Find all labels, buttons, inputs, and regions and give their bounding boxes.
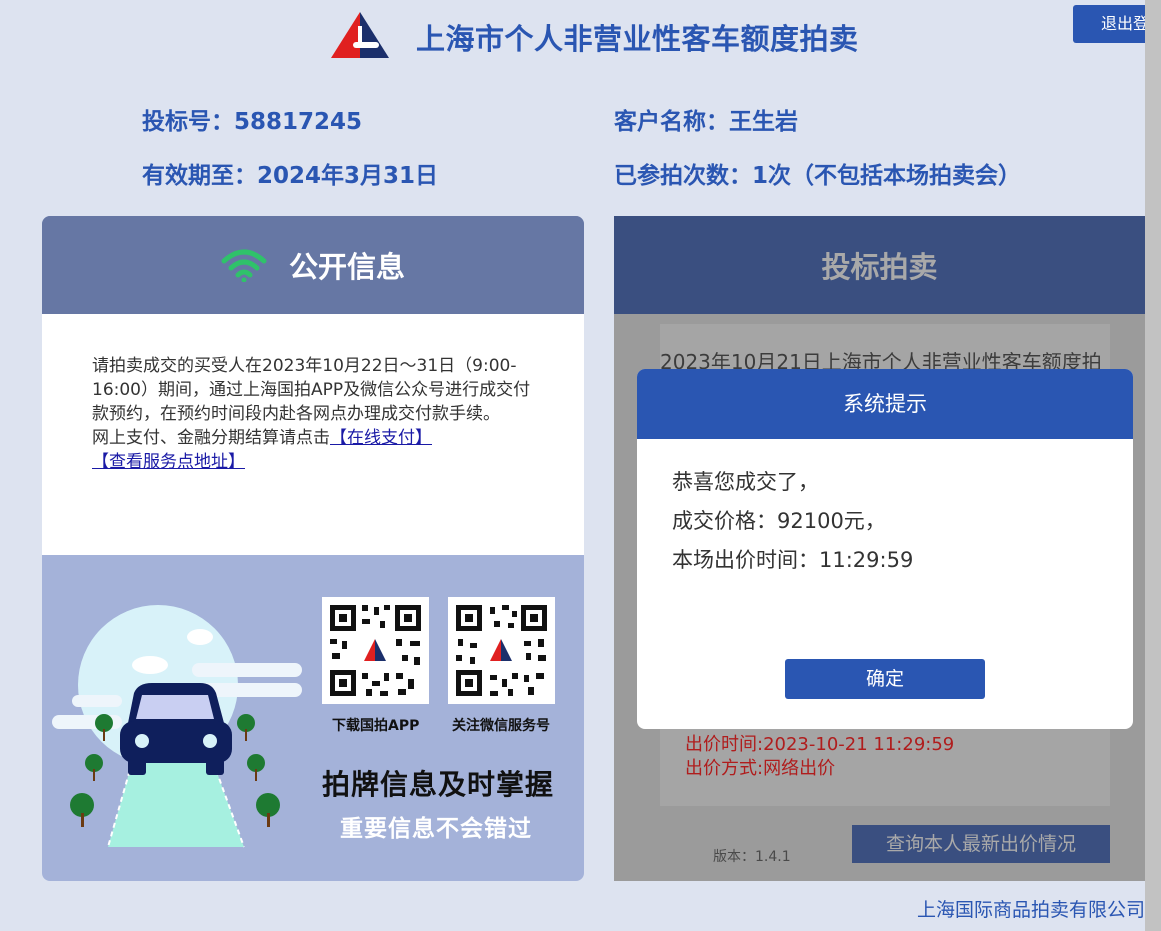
company-footer: 上海国际商品拍卖有限公司 [917, 899, 1146, 921]
car-illustration [52, 605, 302, 848]
bid-time-message: 本场出价时间：11:29:59 [672, 548, 914, 572]
wifi-icon [221, 249, 267, 282]
public-info-title: 公开信息 [288, 250, 405, 284]
public-info-header: 公开信息 [42, 216, 584, 314]
online-pay-link[interactable]: 【在线支付】 [330, 428, 432, 448]
app-download-label: 下载国拍APP [332, 718, 420, 734]
page-header: 上海市个人非营业性客车额度拍卖 退出登 [0, 0, 1161, 80]
bidding-header: 投标拍卖 [614, 216, 1145, 314]
deal-price: 成交价格：92100元， [672, 509, 886, 533]
promo-banner: 下载国拍APP 关注微信服务号 拍牌信息及时掌握 重要信息不会错过 [42, 555, 584, 881]
page-title: 上海市个人非营业性客车额度拍卖 [416, 22, 859, 56]
bid-mode: 出价方式:网络出价 [685, 758, 836, 779]
bid-number: 投标号：58817245 [142, 109, 363, 135]
vertical-scrollbar[interactable] [1145, 0, 1161, 931]
public-info-panel: 公开信息 请拍卖成交的买受人在2023年10月22日～31日（9:00-16:0… [42, 216, 584, 881]
payment-notice: 请拍卖成交的买受人在2023年10月22日～31日（9:00-16:00）期间，… [42, 314, 584, 555]
success-message: 恭喜您成交了， [672, 470, 819, 494]
participation-count: 已参拍次数：1次（不包括本场拍卖会） [614, 163, 1022, 189]
auction-logo-icon [331, 12, 389, 58]
query-latest-bid-button[interactable]: 查询本人最新出价情况 [852, 825, 1110, 863]
slogan-sub: 重要信息不会错过 [340, 816, 532, 842]
service-point-link[interactable]: 【查看服务点地址】 [92, 452, 245, 472]
wechat-follow-label: 关注微信服务号 [452, 718, 550, 734]
bidding-title: 投标拍卖 [821, 250, 938, 284]
notice-text: 请拍卖成交的买受人在2023年10月22日～31日（9:00-16:00）期间，… [92, 356, 531, 424]
payment-prompt: 网上支付、金融分期结算请点击 [92, 428, 330, 448]
system-alert-dialog: 系统提示 恭喜您成交了， 成交价格：92100元， 本场出价时间：11:29:5… [637, 369, 1133, 729]
confirm-button[interactable]: 确定 [785, 659, 985, 699]
slogan-main: 拍牌信息及时掌握 [322, 768, 555, 801]
bid-time: 出价时间:2023-10-21 11:29:59 [685, 734, 955, 755]
version-label: 版本：1.4.1 [713, 849, 791, 865]
valid-until: 有效期至：2024年3月31日 [142, 163, 439, 189]
dialog-title: 系统提示 [637, 369, 1133, 439]
app-qr-code [322, 597, 429, 704]
customer-name: 客户名称：王生岩 [614, 109, 798, 135]
wechat-qr-code [448, 597, 555, 704]
